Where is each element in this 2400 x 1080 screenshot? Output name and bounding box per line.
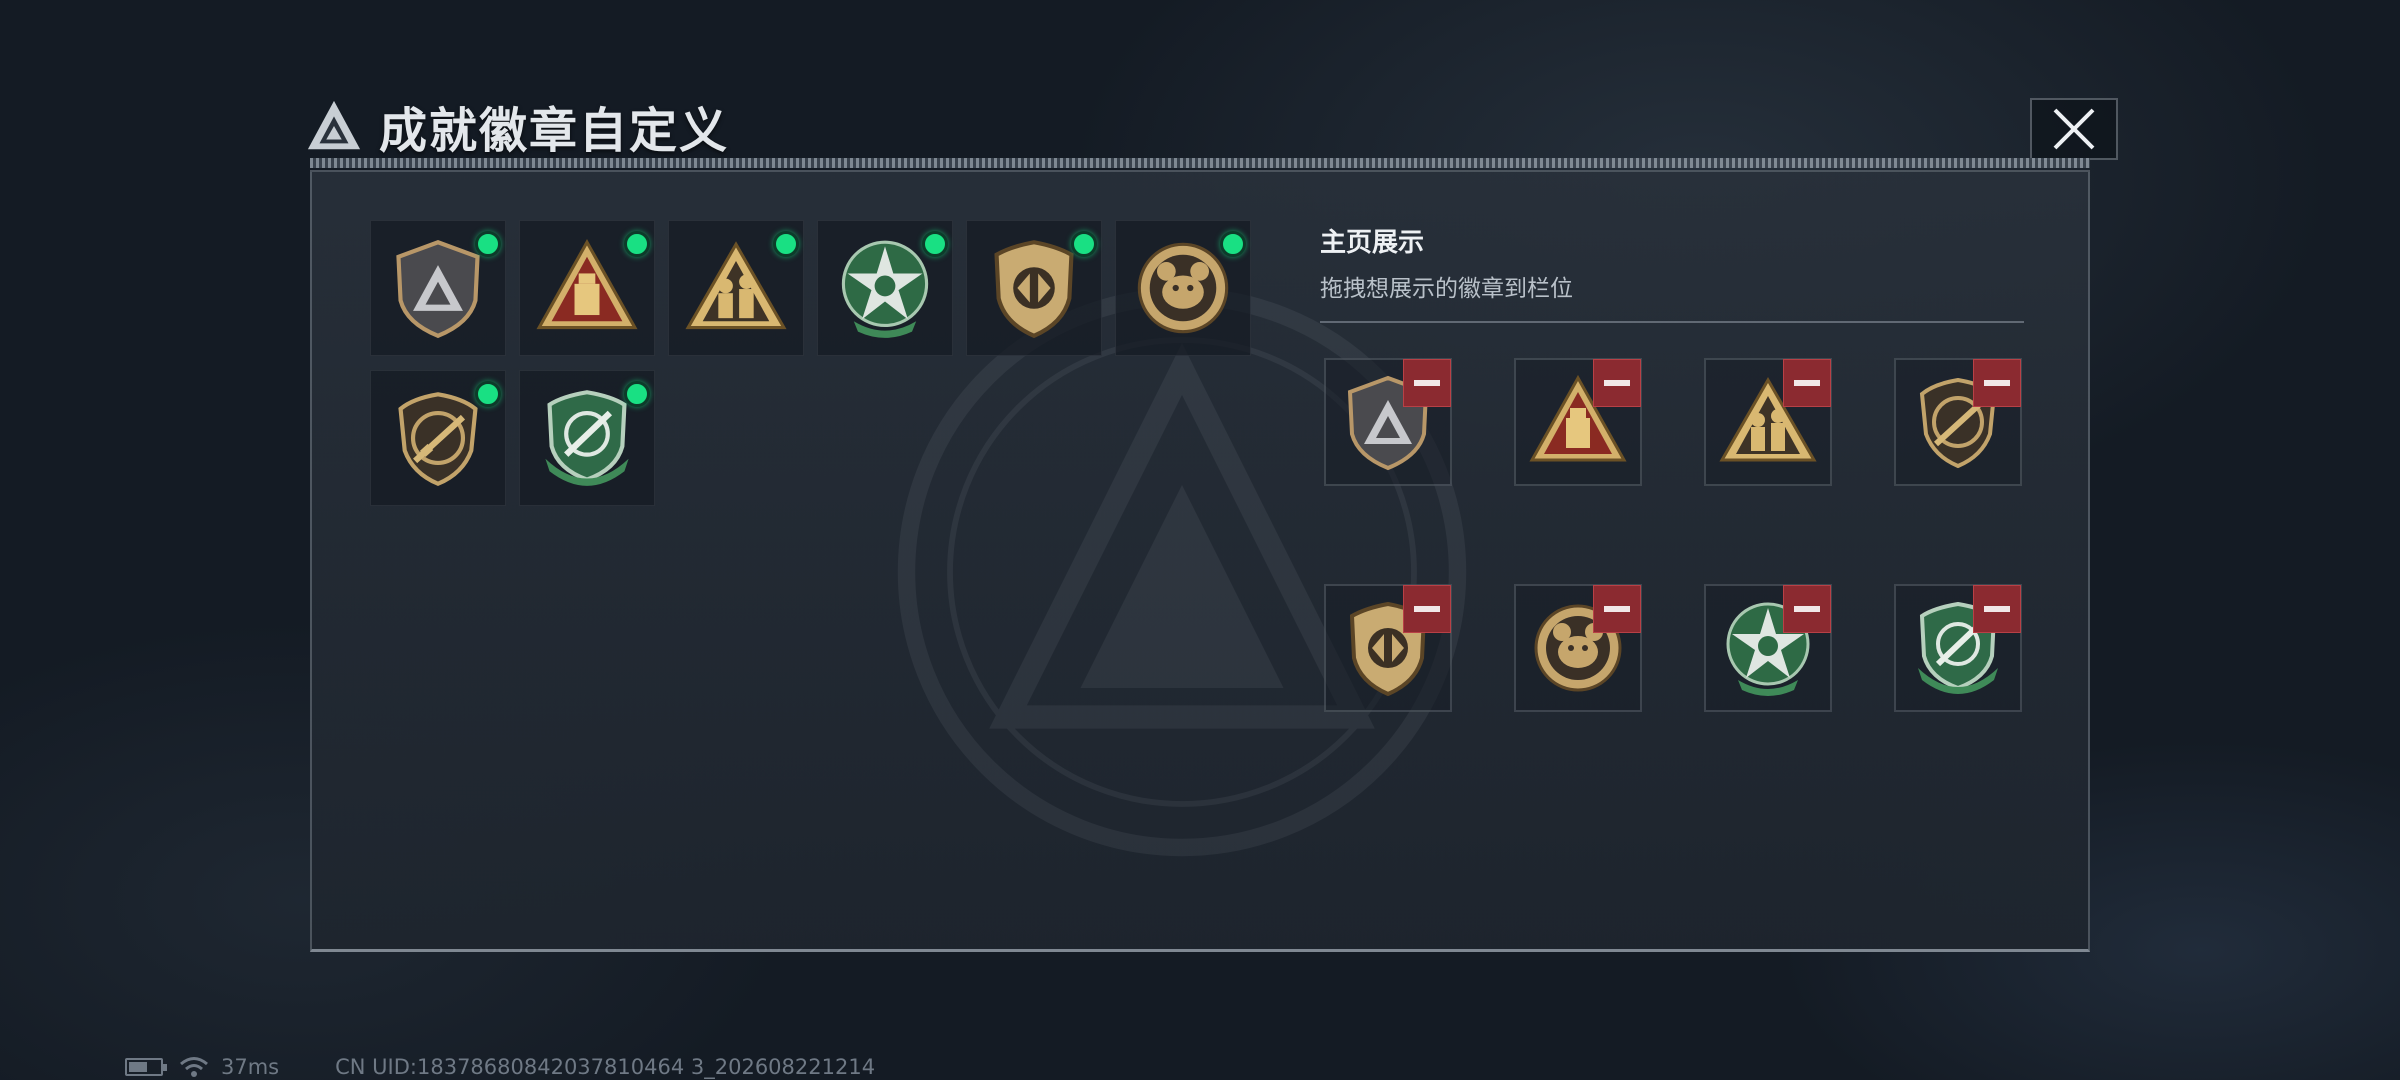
- gray-shield-triangle-badge-icon: [396, 240, 480, 339]
- remove-button[interactable]: [1973, 359, 2021, 407]
- minus-icon: [1414, 606, 1440, 612]
- showcase-slot-1[interactable]: [1324, 358, 1452, 486]
- close-icon: [2053, 108, 2095, 150]
- showcase-slot-2[interactable]: [1514, 358, 1642, 486]
- triangle-logo-icon: [307, 100, 361, 150]
- selected-indicator: [1071, 231, 1097, 257]
- selected-indicator: [624, 231, 650, 257]
- minus-icon: [1794, 380, 1820, 386]
- screen: 成就徽章自定义 主页展示 拖拽想展示的徽章到栏位 37ms CN UID:183…: [0, 0, 2400, 1080]
- selected-indicator: [1220, 231, 1246, 257]
- minus-icon: [1604, 380, 1630, 386]
- showcase-slot-8[interactable]: [1894, 584, 2022, 712]
- close-button[interactable]: [2030, 98, 2118, 160]
- gold-round-bear-badge-icon: [1137, 242, 1229, 334]
- dialog-header: 成就徽章自定义: [305, 92, 729, 160]
- showcase-slot-5[interactable]: [1324, 584, 1452, 712]
- selected-indicator: [773, 231, 799, 257]
- header-divider: [310, 158, 2090, 168]
- minus-icon: [1984, 380, 2010, 386]
- showcase-subtitle: 拖拽想展示的徽章到栏位: [1320, 276, 1573, 302]
- owned-badge-8[interactable]: [519, 370, 655, 506]
- minus-icon: [1984, 606, 2010, 612]
- owned-badge-4[interactable]: [817, 220, 953, 356]
- remove-button[interactable]: [1783, 359, 1831, 407]
- selected-indicator: [624, 381, 650, 407]
- remove-button[interactable]: [1403, 585, 1451, 633]
- red-triangle-usb-badge-icon: [536, 239, 638, 330]
- uid-text: CN UID:18378680842037810464 3_2026082212…: [335, 1055, 876, 1079]
- status-bar: 37ms CN UID:18378680842037810464 3_20260…: [125, 1055, 875, 1079]
- remove-button[interactable]: [1403, 359, 1451, 407]
- showcase-slot-6[interactable]: [1514, 584, 1642, 712]
- owned-badge-1[interactable]: [370, 220, 506, 356]
- owned-badge-5[interactable]: [966, 220, 1102, 356]
- bronze-shield-rifle-badge-icon: [398, 392, 478, 487]
- showcase-slot-4[interactable]: [1894, 358, 2022, 486]
- bronze-shield-arrows-badge-icon: [994, 240, 1074, 339]
- selected-indicator: [475, 231, 501, 257]
- owned-badge-7[interactable]: [370, 370, 506, 506]
- gold-triangle-soldiers-badge-icon: [685, 241, 787, 330]
- remove-button[interactable]: [1973, 585, 2021, 633]
- remove-button[interactable]: [1593, 585, 1641, 633]
- remove-button[interactable]: [1593, 359, 1641, 407]
- green-star-skull-badge-icon: [841, 240, 929, 338]
- showcase-title: 主页展示: [1320, 228, 1425, 258]
- minus-icon: [1604, 606, 1630, 612]
- owned-badge-2[interactable]: [519, 220, 655, 356]
- showcase-slot-3[interactable]: [1704, 358, 1832, 486]
- owned-badge-6[interactable]: [1115, 220, 1251, 356]
- minus-icon: [1794, 606, 1820, 612]
- showcase-divider: [1320, 321, 2024, 323]
- green-shield-knife-badge-icon: [545, 390, 629, 486]
- wifi-icon: [180, 1057, 208, 1077]
- selected-indicator: [922, 231, 948, 257]
- ping-value: 37ms: [221, 1055, 280, 1079]
- showcase-section: 主页展示 拖拽想展示的徽章到栏位: [1320, 222, 2024, 323]
- owned-badge-3[interactable]: [668, 220, 804, 356]
- dialog-panel: 主页展示 拖拽想展示的徽章到栏位: [310, 170, 2090, 952]
- owned-badges-grid: [370, 220, 1270, 506]
- minus-icon: [1414, 380, 1440, 386]
- selected-indicator: [475, 381, 501, 407]
- showcase-slot-7[interactable]: [1704, 584, 1832, 712]
- dialog-title: 成就徽章自定义: [379, 103, 730, 159]
- showcase-slots: [1324, 358, 2022, 712]
- battery-icon: [125, 1058, 167, 1076]
- remove-button[interactable]: [1783, 585, 1831, 633]
